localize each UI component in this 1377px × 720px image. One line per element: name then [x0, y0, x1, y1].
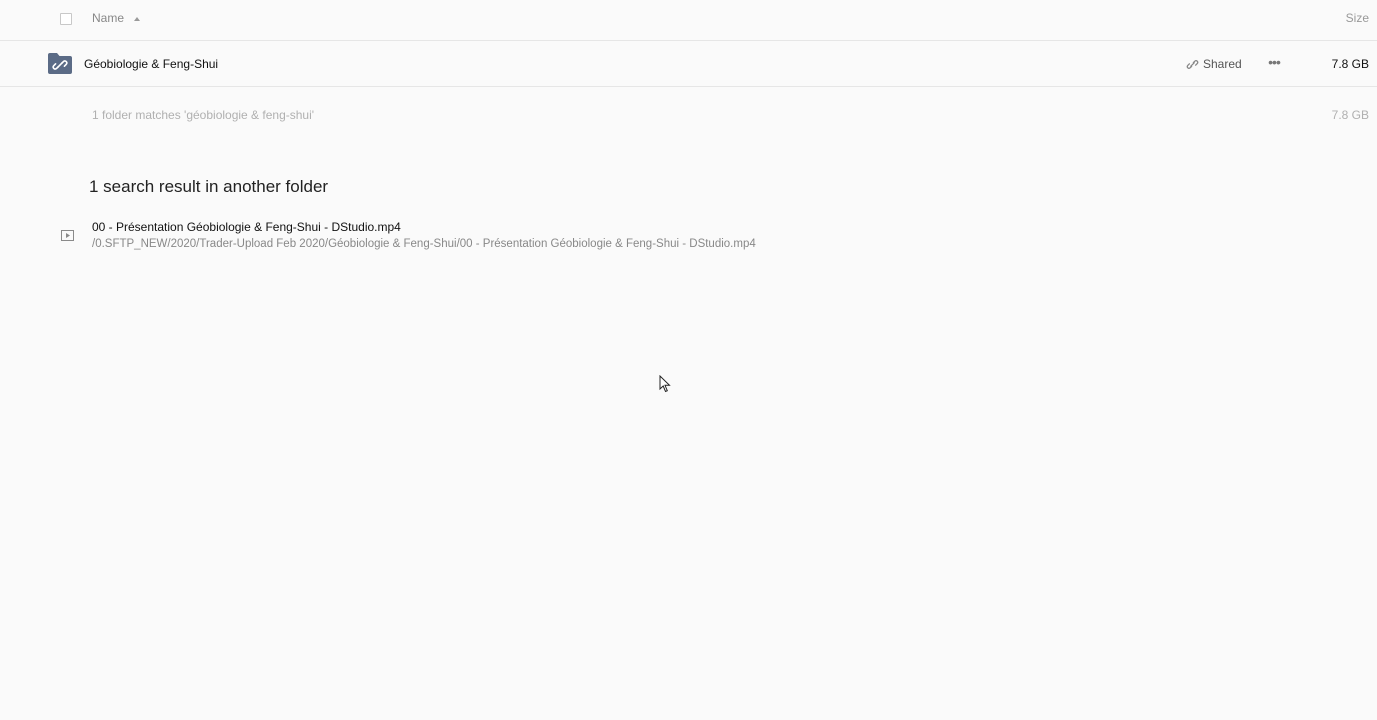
sort-ascending-icon	[134, 16, 141, 21]
name-column-header[interactable]: Name	[92, 11, 141, 25]
file-list-header: Name Size	[0, 0, 1377, 41]
search-result-item[interactable]: 00 - Présentation Géobiologie & Feng-Shu…	[0, 215, 1377, 255]
shared-folder-icon	[48, 53, 72, 74]
search-result-path: /0.SFTP_NEW/2020/Trader-Upload Feb 2020/…	[92, 238, 756, 250]
shared-link-button[interactable]: Shared	[1186, 57, 1242, 71]
other-folder-results-title: 1 search result in another folder	[89, 177, 329, 196]
folder-size: 7.8 GB	[1331, 57, 1369, 71]
shared-label: Shared	[1203, 57, 1242, 71]
mouse-cursor-icon	[659, 375, 671, 393]
link-icon	[1186, 59, 1199, 69]
more-options-icon[interactable]: •••	[1265, 55, 1283, 69]
select-all-checkbox[interactable]	[60, 13, 72, 25]
folder-match-total-size: 7.8 GB	[1331, 108, 1369, 122]
folder-row[interactable]: Géobiologie & Feng-Shui Shared ••• 7.8 G…	[0, 41, 1377, 87]
video-file-icon	[61, 230, 74, 241]
size-column-header[interactable]: Size	[1346, 11, 1369, 25]
folder-match-summary: 1 folder matches 'géobiologie & feng-shu…	[92, 108, 315, 122]
folder-name[interactable]: Géobiologie & Feng-Shui	[84, 57, 218, 71]
name-column-label: Name	[92, 11, 125, 25]
search-result-name[interactable]: 00 - Présentation Géobiologie & Feng-Shu…	[92, 220, 401, 234]
